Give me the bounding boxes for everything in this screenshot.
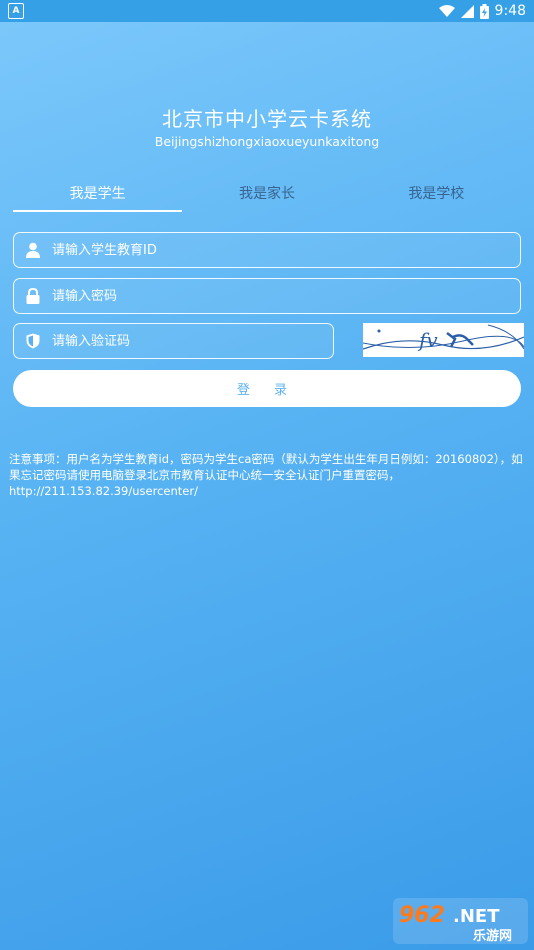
tab-student[interactable]: 我是学生	[13, 180, 183, 212]
captcha-input[interactable]	[50, 332, 302, 350]
notification-icon: A	[8, 3, 24, 19]
tab-parent[interactable]: 我是家长	[182, 180, 351, 212]
svg-text:fv: fv	[417, 328, 438, 352]
lock-icon	[24, 287, 42, 305]
site-watermark-logo: 962 .NET 乐游网	[393, 898, 528, 944]
shield-icon	[24, 332, 42, 350]
login-button[interactable]: 登 录	[13, 370, 521, 407]
role-tabs: 我是学生 我是家长 我是学校	[13, 180, 521, 212]
wifi-icon	[438, 5, 455, 17]
captcha-image[interactable]: fv	[363, 323, 524, 357]
app-subtitle: Beijingshizhongxiaoxueyunkaxitong	[154, 134, 380, 149]
password-input[interactable]	[50, 287, 451, 305]
clock: 9:48	[494, 3, 526, 19]
password-field[interactable]	[13, 278, 521, 314]
notice-text: 注意事项：用户名为学生教育id，密码为学生ca密码（默认为学生出生年月日例如：2…	[9, 452, 523, 498]
svg-text:962: 962	[399, 903, 445, 928]
svg-text:.NET: .NET	[453, 906, 500, 927]
tab-school[interactable]: 我是学校	[352, 180, 521, 212]
status-bar: A 9:48	[0, 0, 534, 22]
captcha-field[interactable]	[13, 323, 334, 359]
app-title: 北京市中小学云卡系统	[162, 107, 372, 131]
student-id-input[interactable]	[50, 241, 451, 259]
battery-charging-icon	[479, 3, 489, 19]
user-icon	[24, 241, 42, 259]
signal-icon	[460, 4, 474, 18]
student-id-field[interactable]	[13, 232, 521, 268]
svg-text:乐游网: 乐游网	[473, 928, 512, 944]
